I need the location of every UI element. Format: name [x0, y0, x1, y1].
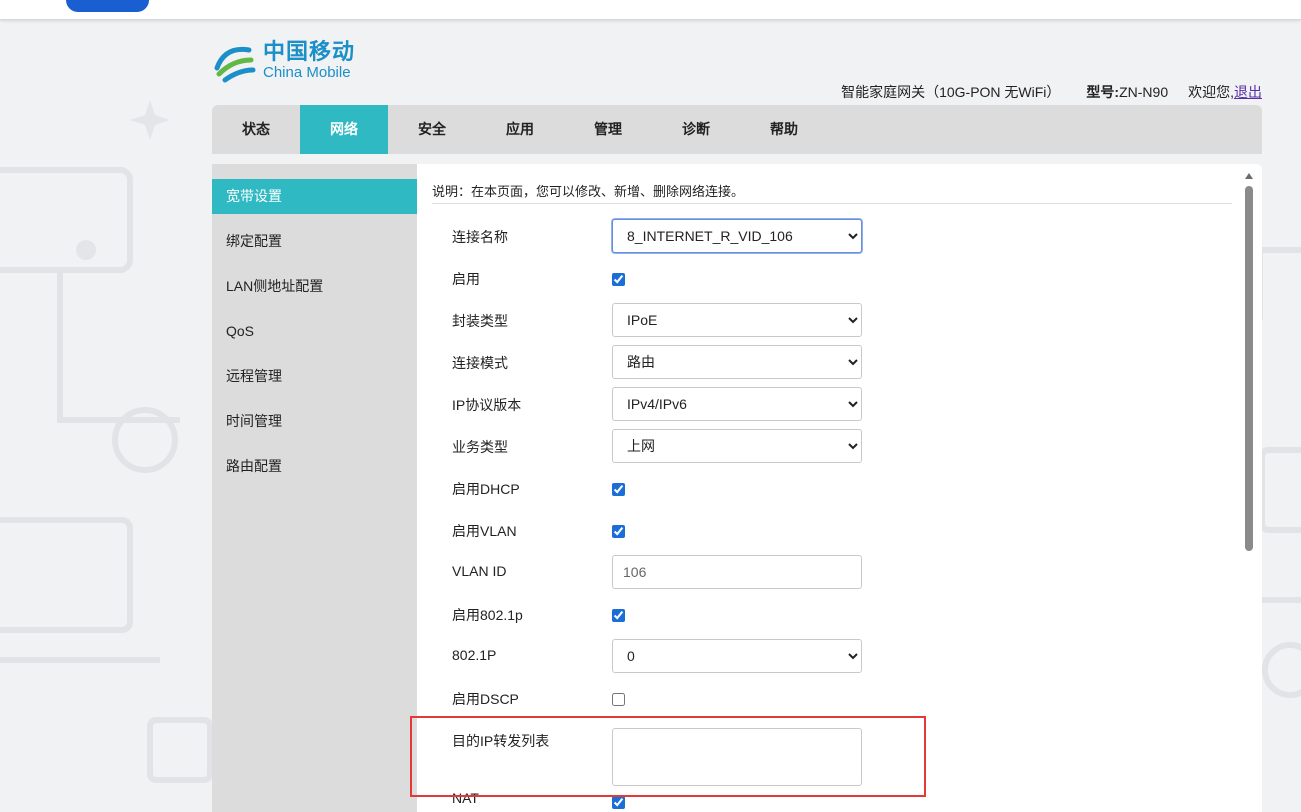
enable-vlan-checkbox[interactable] [612, 525, 625, 538]
sidebar-item-time-management[interactable]: 时间管理 [212, 404, 417, 439]
encap-type-label: 封装类型 [452, 313, 508, 329]
conn-mode-label: 连接模式 [452, 355, 508, 371]
nav-security[interactable]: 安全 [388, 105, 476, 154]
row-enable: 启用 [452, 261, 872, 295]
p8021-select[interactable]: 0 [612, 639, 862, 673]
connection-name-label: 连接名称 [452, 229, 508, 245]
sidebar-item-routing[interactable]: 路由配置 [212, 449, 417, 484]
connection-name-select[interactable]: 8_INTERNET_R_VID_106 [612, 219, 862, 253]
row-vlan-id: VLAN ID [452, 555, 872, 589]
conn-mode-select[interactable]: 路由 [612, 345, 862, 379]
main-nav: 状态 网络 安全 应用 管理 诊断 帮助 [212, 105, 1262, 154]
row-conn-mode: 连接模式 路由 [452, 345, 872, 379]
highlight-annotation-box [410, 716, 926, 797]
page-description: 说明：在本页面，您可以修改、新增、删除网络连接。 [432, 181, 1232, 204]
browser-tab-button[interactable] [66, 0, 149, 12]
china-mobile-logo-icon [214, 46, 256, 83]
welcome-text: 欢迎您, [1188, 84, 1234, 100]
nav-status[interactable]: 状态 [212, 105, 300, 154]
content-scrollbar[interactable] [1244, 170, 1254, 812]
sidebar-item-remote-management[interactable]: 远程管理 [212, 359, 417, 394]
nav-diagnosis[interactable]: 诊断 [652, 105, 740, 154]
row-enable-dscp: 启用DSCP [452, 681, 872, 715]
scrollbar-thumb[interactable] [1245, 186, 1253, 551]
content-panel: 说明：在本页面，您可以修改、新增、删除网络连接。 连接名称 8_INTERNET… [417, 164, 1262, 812]
sidebar-item-broadband[interactable]: 宽带设置 [212, 179, 417, 214]
vlan-id-label: VLAN ID [452, 563, 507, 579]
nav-application[interactable]: 应用 [476, 105, 564, 154]
china-mobile-logo: 中国移动 China Mobile [211, 37, 355, 85]
header-info: 智能家庭网关（10G-PON 无WiFi） 型号:ZN-N90 欢迎您, 退出 [841, 82, 1262, 102]
logo-chinese-text: 中国移动 [263, 39, 356, 64]
enable-dhcp-label: 启用DHCP [452, 481, 520, 497]
enable-dscp-checkbox[interactable] [612, 693, 625, 706]
logo-english-text: China Mobile [263, 64, 351, 81]
enable-dscp-label: 启用DSCP [452, 691, 519, 707]
row-enable-8021p: 启用802.1p [452, 597, 872, 631]
nav-management[interactable]: 管理 [564, 105, 652, 154]
row-enable-dhcp: 启用DHCP [452, 471, 872, 505]
sidebar-item-lan-address[interactable]: LAN侧地址配置 [212, 269, 417, 304]
enable-vlan-label: 启用VLAN [452, 523, 517, 539]
row-service-type: 业务类型 上网 [452, 429, 872, 463]
logout-link[interactable]: 退出 [1234, 82, 1262, 102]
enable-label: 启用 [452, 271, 480, 287]
device-model: 型号:ZN-N90 [1086, 84, 1169, 100]
nat-checkbox[interactable] [612, 796, 625, 809]
sidebar: 宽带设置 绑定配置 LAN侧地址配置 QoS 远程管理 时间管理 路由配置 [212, 164, 417, 812]
service-type-label: 业务类型 [452, 439, 508, 455]
nav-network[interactable]: 网络 [300, 105, 388, 154]
row-connection-name: 连接名称 8_INTERNET_R_VID_106 [452, 219, 872, 253]
nav-help[interactable]: 帮助 [740, 105, 828, 154]
enable-8021p-checkbox[interactable] [612, 609, 625, 622]
encap-type-select[interactable]: IPoE [612, 303, 862, 337]
enable-dhcp-checkbox[interactable] [612, 483, 625, 496]
row-enable-vlan: 启用VLAN [452, 513, 872, 547]
ip-version-select[interactable]: IPv4/IPv6 [612, 387, 862, 421]
sidebar-item-binding[interactable]: 绑定配置 [212, 224, 417, 259]
p8021-label: 802.1P [452, 647, 497, 663]
ip-version-label: IP协议版本 [452, 397, 522, 413]
row-encap-type: 封装类型 IPoE [452, 303, 872, 337]
enable-8021p-label: 启用802.1p [452, 607, 523, 623]
row-8021p: 802.1P 0 [452, 639, 872, 673]
vlan-id-input[interactable] [612, 555, 862, 589]
enable-checkbox[interactable] [612, 273, 625, 286]
service-type-select[interactable]: 上网 [612, 429, 862, 463]
row-ip-version: IP协议版本 IPv4/IPv6 [452, 387, 872, 421]
device-name: 智能家庭网关（10G-PON 无WiFi） [841, 84, 1061, 100]
browser-top-strip [0, 0, 1301, 20]
scroll-up-arrow-icon[interactable] [1245, 173, 1253, 179]
sidebar-item-qos[interactable]: QoS [212, 314, 417, 349]
